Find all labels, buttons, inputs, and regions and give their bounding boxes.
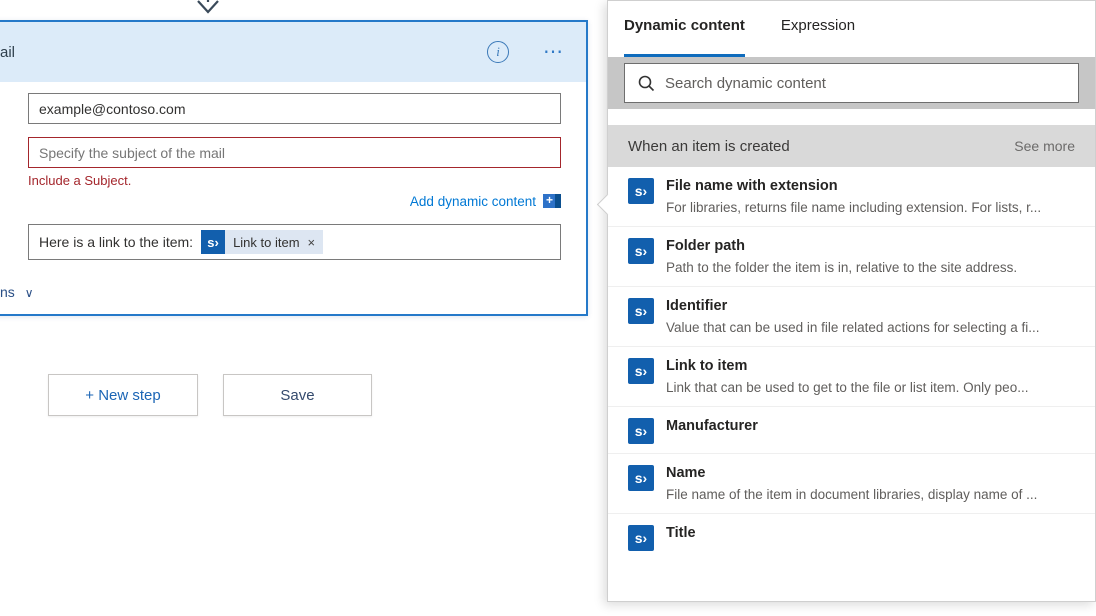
item-description: Link that can be used to get to the file… (666, 378, 1028, 397)
action-card-body: Include a Subject. Add dynamic content +… (0, 82, 586, 260)
item-description: Value that can be used in file related a… (666, 318, 1039, 337)
more-menu-icon[interactable]: ⋯ (543, 47, 564, 57)
sharepoint-icon: s› (628, 298, 654, 324)
add-dynamic-content-icon: + (543, 194, 561, 208)
link-to-item-token[interactable]: s› Link to item × (201, 230, 323, 254)
search-icon (637, 74, 655, 92)
item-name: Link to item (666, 356, 1028, 376)
item-name: Folder path (666, 236, 1017, 256)
add-dynamic-content-label: Add dynamic content (410, 194, 536, 209)
search-band (608, 57, 1095, 109)
dynamic-content-list: s› File name with extension For librarie… (608, 167, 1095, 560)
tab-expression[interactable]: Expression (781, 17, 855, 57)
search-input[interactable] (665, 75, 1066, 92)
item-name: Identifier (666, 296, 1039, 316)
to-field[interactable] (28, 93, 561, 124)
subject-error-text: Include a Subject. (28, 173, 561, 188)
sharepoint-icon: s› (201, 230, 225, 254)
item-name: Name (666, 463, 1037, 483)
list-item-title[interactable]: s› Title (608, 514, 1095, 560)
item-name: Title (666, 523, 696, 543)
dynamic-content-panel: Dynamic content Expression When an item … (607, 0, 1096, 602)
item-description: Path to the folder the item is in, relat… (666, 258, 1017, 277)
section-header: When an item is created See more (608, 125, 1095, 167)
show-advanced-options-link[interactable]: ns ∨ (0, 284, 33, 300)
list-item-link-to-item[interactable]: s› Link to item Link that can be used to… (608, 347, 1095, 407)
send-email-action-card[interactable]: ail i ⋯ Include a Subject. Add dynamic c… (0, 20, 588, 316)
tab-dynamic-content[interactable]: Dynamic content (624, 17, 745, 57)
designer-actions: + New step Save (48, 374, 372, 416)
panel-tabs: Dynamic content Expression (608, 1, 1095, 57)
list-item-file-name-with-extension[interactable]: s› File name with extension For librarie… (608, 167, 1095, 227)
chevron-down-icon: ∨ (25, 286, 34, 300)
body-field[interactable]: Here is a link to the item: s› Link to i… (28, 224, 561, 260)
sharepoint-icon: s› (628, 418, 654, 444)
new-step-button[interactable]: + New step (48, 374, 198, 416)
list-item-manufacturer[interactable]: s› Manufacturer (608, 407, 1095, 454)
search-box[interactable] (624, 63, 1079, 103)
subject-field[interactable] (28, 137, 561, 168)
sharepoint-icon: s› (628, 178, 654, 204)
body-field-text: Here is a link to the item: (39, 234, 193, 250)
add-dynamic-content-button[interactable]: Add dynamic content + (28, 191, 561, 211)
advanced-options-label: ns (0, 284, 15, 300)
sharepoint-icon: s› (628, 358, 654, 384)
save-button[interactable]: Save (223, 374, 372, 416)
insert-step-arrow-icon[interactable] (196, 0, 220, 16)
sharepoint-icon: s› (628, 465, 654, 491)
action-card-header[interactable]: ail i ⋯ (0, 22, 586, 82)
item-description: File name of the item in document librar… (666, 485, 1037, 504)
power-automate-designer: ail i ⋯ Include a Subject. Add dynamic c… (0, 0, 1096, 616)
remove-token-icon[interactable]: × (308, 235, 316, 250)
sharepoint-icon: s› (628, 238, 654, 264)
item-name: Manufacturer (666, 416, 758, 436)
item-description: For libraries, returns file name includi… (666, 198, 1041, 217)
see-more-link[interactable]: See more (1014, 138, 1075, 154)
sharepoint-icon: s› (628, 525, 654, 551)
list-item-identifier[interactable]: s› Identifier Value that can be used in … (608, 287, 1095, 347)
list-item-name[interactable]: s› Name File name of the item in documen… (608, 454, 1095, 514)
list-item-folder-path[interactable]: s› Folder path Path to the folder the it… (608, 227, 1095, 287)
token-label: Link to item (233, 235, 299, 250)
action-card-title: ail (0, 44, 15, 61)
item-name: File name with extension (666, 176, 1041, 196)
info-icon[interactable]: i (487, 41, 509, 63)
section-title: When an item is created (628, 138, 790, 155)
